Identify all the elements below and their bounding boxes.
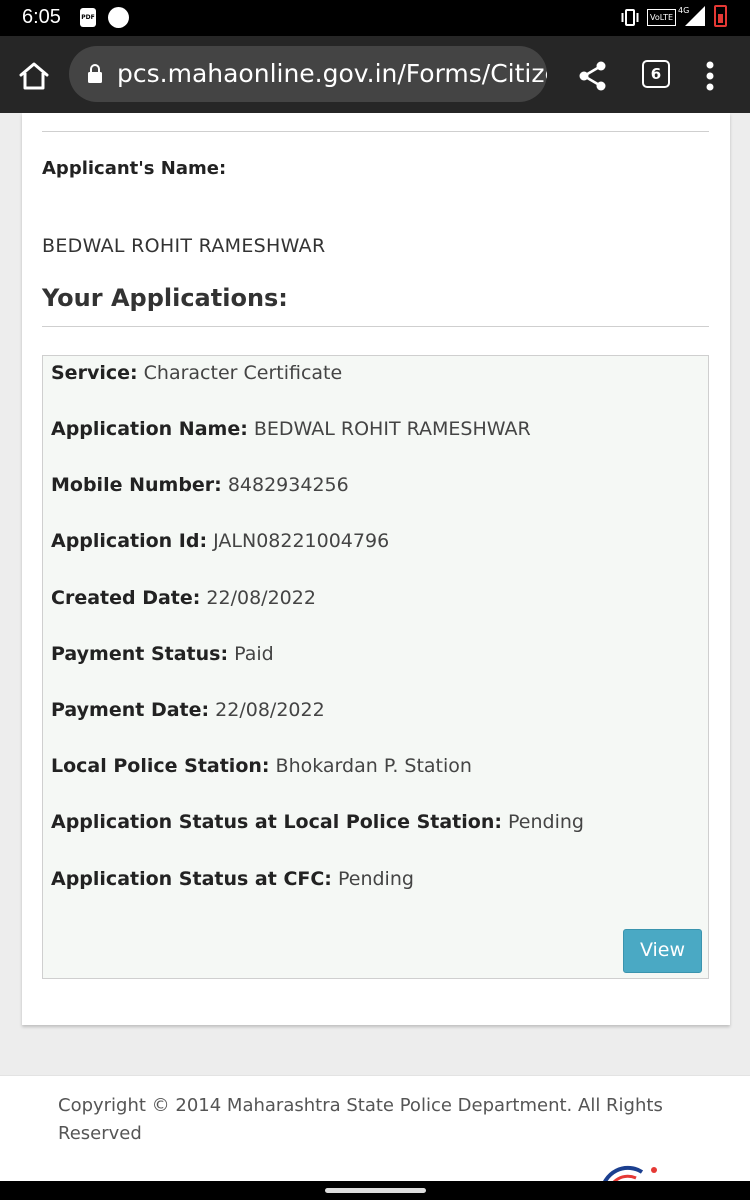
field-created-date: Created Date: 22/08/2022	[51, 587, 316, 609]
field-label: Application Name:	[51, 418, 248, 440]
field-label: Application Status at CFC:	[51, 868, 332, 890]
signal-icon	[685, 6, 705, 26]
field-value: Character Certificate	[143, 362, 343, 384]
field-label: Created Date:	[51, 587, 201, 609]
browser-toolbar: pcs.mahaonline.gov.in/Forms/CitizenHome …	[0, 36, 750, 113]
notification-dot-icon	[108, 7, 129, 28]
field-value: 22/08/2022	[215, 699, 325, 721]
field-application-id: Application Id: JALN08221004796	[51, 530, 389, 552]
application-card: Service: Character Certificate Applicati…	[42, 355, 709, 979]
field-status-local-police: Application Status at Local Police Stati…	[51, 811, 584, 833]
lock-icon	[88, 64, 102, 83]
applicant-name-value: BEDWAL ROHIT RAMESHWAR	[42, 235, 326, 257]
citizen-home-card: Applicant's Name: BEDWAL ROHIT RAMESHWAR…	[22, 113, 730, 1025]
applications-heading: Your Applications:	[42, 284, 288, 312]
field-value: 8482934256	[227, 474, 349, 496]
field-label: Local Police Station:	[51, 755, 270, 777]
field-label: Application Id:	[51, 530, 208, 552]
page-content: Applicant's Name: BEDWAL ROHIT RAMESHWAR…	[0, 113, 750, 1181]
view-button[interactable]: View	[623, 929, 702, 973]
field-label: Service:	[51, 362, 138, 384]
field-status-cfc: Application Status at CFC: Pending	[51, 868, 414, 890]
field-value: JALN08221004796	[213, 530, 390, 552]
field-mobile-number: Mobile Number: 8482934256	[51, 474, 349, 496]
divider	[42, 326, 709, 327]
share-icon[interactable]	[577, 60, 609, 92]
field-value: Bhokardan P. Station	[275, 755, 472, 777]
copyright-text: Copyright © 2014 Maharashtra State Polic…	[58, 1095, 663, 1144]
field-value: Pending	[337, 868, 414, 890]
field-payment-status: Payment Status: Paid	[51, 643, 274, 665]
field-local-police-station: Local Police Station: Bhokardan P. Stati…	[51, 755, 472, 777]
battery-icon	[714, 5, 727, 27]
vibrate-icon	[621, 9, 639, 26]
system-nav-bar	[0, 1181, 750, 1200]
field-value: 22/08/2022	[206, 587, 316, 609]
field-payment-date: Payment Date: 22/08/2022	[51, 699, 325, 721]
footer: Copyright © 2014 Maharashtra State Polic…	[0, 1075, 750, 1181]
field-application-name: Application Name: BEDWAL ROHIT RAMESHWAR	[51, 418, 531, 440]
field-label: Application Status at Local Police Stati…	[51, 811, 502, 833]
url-text[interactable]: pcs.mahaonline.gov.in/Forms/CitizenHome	[117, 46, 547, 102]
applicant-name-label: Applicant's Name:	[42, 158, 227, 179]
field-label: Payment Status:	[51, 643, 229, 665]
gesture-handle[interactable]	[325, 1188, 426, 1193]
field-label: Mobile Number:	[51, 474, 222, 496]
volte-badge: VoLTE	[647, 9, 676, 26]
status-bar: 6:05 PDF VoLTE 4G	[0, 0, 750, 36]
field-value: Paid	[234, 643, 274, 665]
field-value: Pending	[508, 811, 584, 833]
police-logo-icon	[603, 1165, 657, 1181]
field-service: Service: Character Certificate	[51, 362, 342, 384]
pdf-notification-icon: PDF	[80, 8, 96, 27]
field-value: BEDWAL ROHIT RAMESHWAR	[253, 418, 531, 440]
status-time: 6:05	[22, 6, 61, 28]
more-vert-icon[interactable]	[700, 58, 720, 94]
address-bar[interactable]: pcs.mahaonline.gov.in/Forms/CitizenHome	[69, 46, 547, 102]
home-icon[interactable]	[18, 60, 50, 92]
tabs-icon[interactable]: 6	[642, 60, 670, 88]
divider	[42, 131, 709, 132]
field-label: Payment Date:	[51, 699, 210, 721]
